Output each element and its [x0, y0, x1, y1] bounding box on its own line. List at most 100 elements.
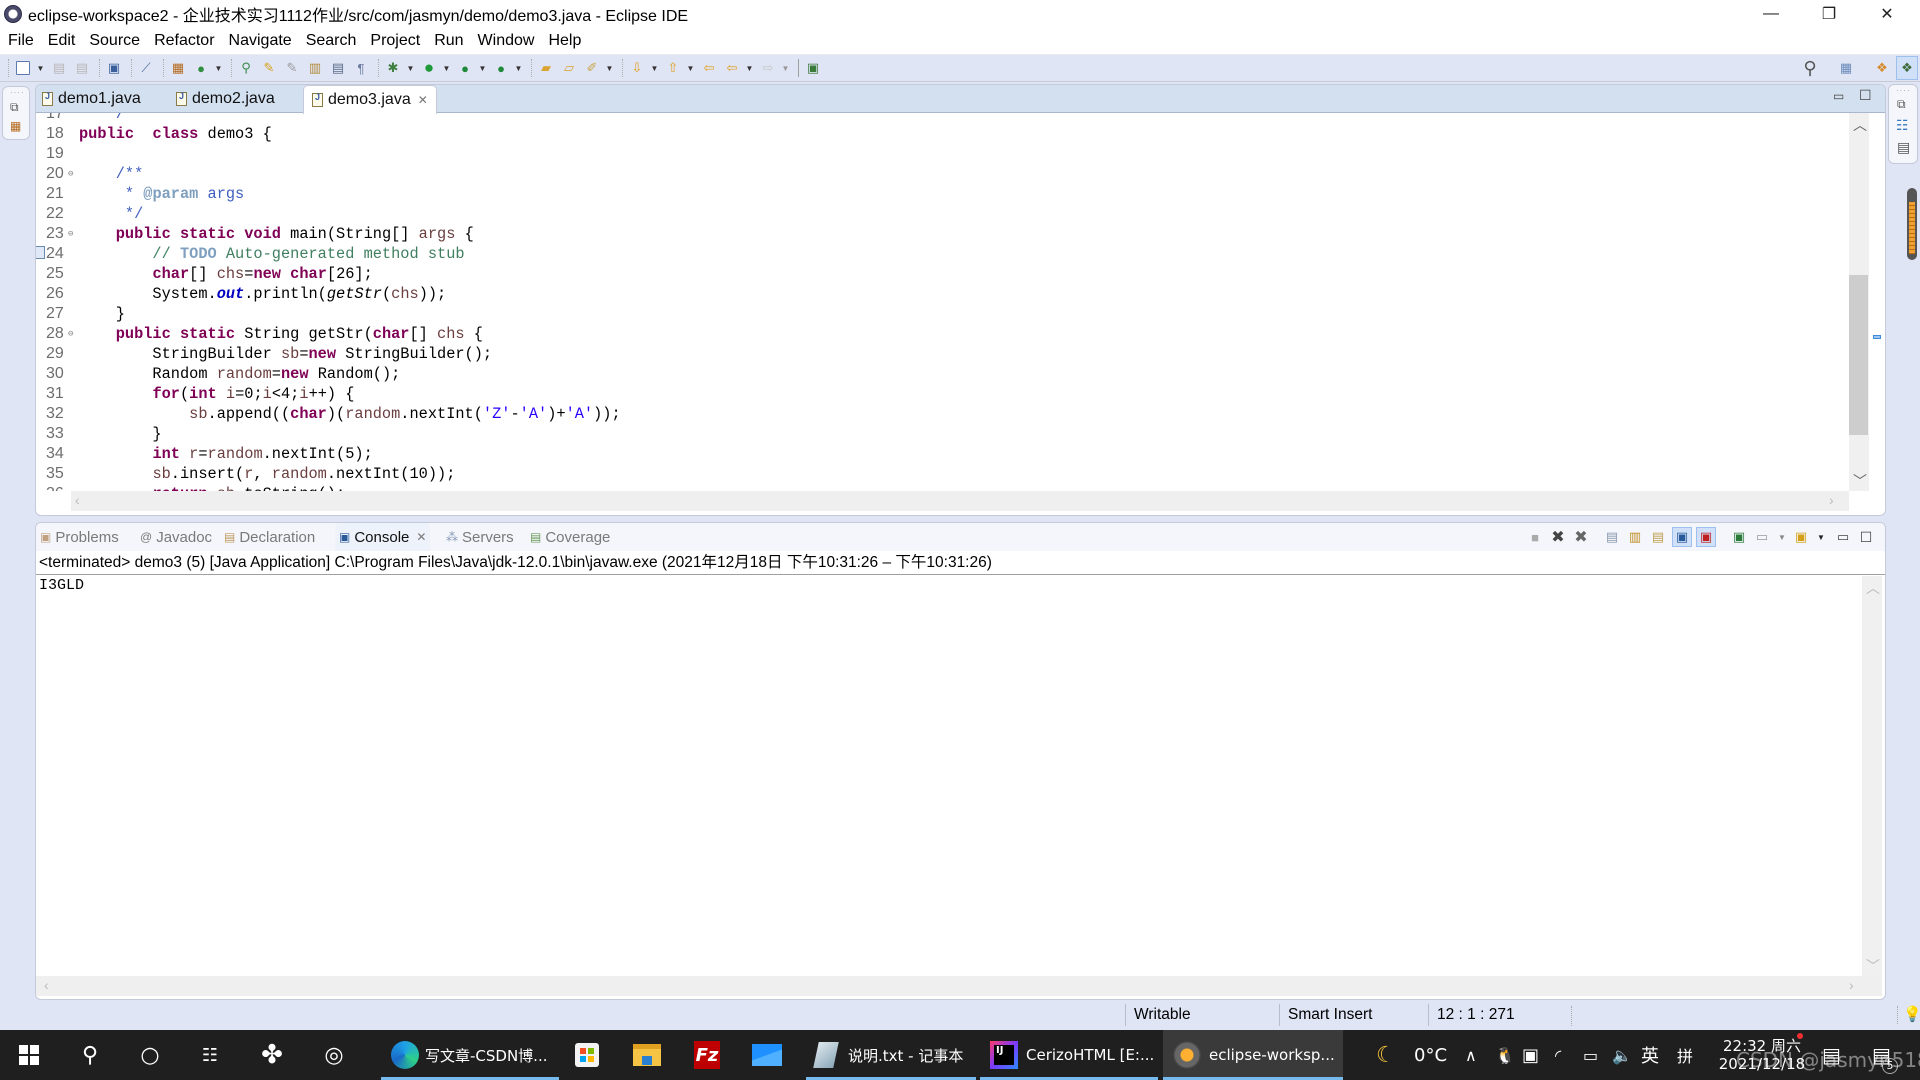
- close-button[interactable]: ✕: [1858, 0, 1916, 28]
- taskbar-app-intellij[interactable]: IJ CerizoHTML [E:...: [980, 1030, 1158, 1080]
- pin-console-icon[interactable]: ▣: [1729, 527, 1749, 547]
- display-console-icon[interactable]: ▭: [1752, 527, 1772, 547]
- next-annotation-dropdown[interactable]: ▼: [650, 64, 659, 73]
- minimize-editor-icon[interactable]: ▭: [1833, 89, 1844, 103]
- volume-icon[interactable]: 🔈: [1612, 1030, 1632, 1080]
- menu-edit[interactable]: Edit: [41, 32, 83, 50]
- scroll-left-icon[interactable]: ‹: [44, 977, 49, 993]
- scroll-down-icon[interactable]: ﹀: [1853, 471, 1867, 491]
- new-java-project-icon[interactable]: ▦: [168, 58, 188, 78]
- coverage-icon[interactable]: ●: [455, 58, 475, 78]
- status-insert-mode[interactable]: Smart Insert: [1279, 1004, 1429, 1026]
- scroll-up-icon[interactable]: ︿: [1853, 115, 1867, 135]
- tab-servers[interactable]: ⁂ Servers: [446, 523, 514, 551]
- back-icon[interactable]: ⇦: [722, 58, 742, 78]
- editor-tab-demo2[interactable]: demo2.java: [176, 85, 275, 113]
- start-button[interactable]: [0, 1030, 58, 1080]
- menu-run[interactable]: Run: [427, 32, 470, 50]
- paragraph-icon[interactable]: ¶: [351, 58, 371, 78]
- open-type-icon[interactable]: ⚲: [236, 58, 256, 78]
- new-dropdown[interactable]: ▼: [36, 64, 45, 73]
- tab-problems[interactable]: ▣ Problems: [40, 523, 119, 551]
- fold-toggle-icon[interactable]: ⊖: [68, 164, 73, 184]
- menu-source[interactable]: Source: [82, 32, 147, 50]
- show-whitespace-icon[interactable]: ▤: [328, 58, 348, 78]
- annotation-marker[interactable]: [1873, 335, 1881, 339]
- fold-toggle-icon[interactable]: ⊖: [68, 224, 73, 244]
- menu-project[interactable]: Project: [363, 32, 427, 50]
- open-folder-icon[interactable]: ▱: [559, 58, 579, 78]
- console-vertical-scrollbar[interactable]: ︿ ﹀: [1862, 576, 1882, 976]
- taskbar-app-mail[interactable]: [742, 1030, 792, 1080]
- taskbar-app-file-explorer[interactable]: [622, 1030, 672, 1080]
- toggle-block-selection-icon[interactable]: ▥: [305, 58, 325, 78]
- scroll-right-icon[interactable]: ›: [1829, 492, 1834, 508]
- scroll-up-icon[interactable]: ︿: [1866, 578, 1880, 598]
- new-class-dropdown[interactable]: ▼: [214, 64, 223, 73]
- new-java-class-icon[interactable]: ●: [191, 58, 211, 78]
- minimize-icon[interactable]: ▭: [1833, 527, 1853, 547]
- menu-window[interactable]: Window: [471, 32, 542, 50]
- taskbar-app-filezilla[interactable]: Fz: [682, 1030, 732, 1080]
- pinwheel-app-button[interactable]: ✤: [244, 1030, 300, 1080]
- scroll-lock-icon[interactable]: ▥: [1625, 527, 1645, 547]
- mark-occurrences-icon[interactable]: ✎: [282, 58, 302, 78]
- task-view-button[interactable]: ☷: [182, 1030, 238, 1080]
- editor-tab-demo1[interactable]: demo1.java: [42, 85, 141, 113]
- next-annotation-icon[interactable]: ⇩: [627, 58, 647, 78]
- code-editor[interactable]: 17 */18 public class demo3 {19 20 ⊖ /** 21 *…: [36, 113, 1848, 491]
- weather-icon[interactable]: ☾: [1376, 1030, 1396, 1080]
- tip-of-day-icon[interactable]: 💡: [1903, 1005, 1920, 1023]
- previous-annotation-icon[interactable]: ⇧: [663, 58, 683, 78]
- menu-navigate[interactable]: Navigate: [222, 32, 299, 50]
- outline-icon[interactable]: ☷: [1896, 117, 1909, 134]
- back-dropdown[interactable]: ▼: [745, 64, 754, 73]
- close-tab-icon[interactable]: ✕: [418, 93, 428, 107]
- trim-handle[interactable]: ····: [1896, 86, 1911, 95]
- maximize-editor-icon[interactable]: ☐: [1859, 87, 1872, 104]
- restore-icon[interactable]: ⧉: [1897, 97, 1906, 112]
- save-all-icon[interactable]: ▤: [72, 58, 92, 78]
- close-tab-icon[interactable]: ✕: [416, 530, 426, 544]
- tab-declaration[interactable]: ▤ Declaration: [224, 523, 315, 551]
- show-hidden-icons-icon[interactable]: ∧: [1465, 1030, 1477, 1080]
- taskbar-app-store[interactable]: [562, 1030, 612, 1080]
- restore-button[interactable]: ❐: [1800, 0, 1858, 28]
- restore-icon[interactable]: ⧉: [10, 100, 19, 115]
- debug-icon[interactable]: ✱: [383, 58, 403, 78]
- search-icon[interactable]: ✎: [259, 58, 279, 78]
- external-tools-dropdown[interactable]: ▼: [514, 64, 523, 73]
- editor-vertical-scrollbar[interactable]: ︿ ﹀: [1849, 113, 1869, 491]
- input-language[interactable]: 英: [1641, 1030, 1659, 1080]
- debug-dropdown[interactable]: ▼: [406, 64, 415, 73]
- tab-coverage[interactable]: ▤ Coverage: [530, 523, 610, 551]
- maximize-icon[interactable]: ☐: [1856, 527, 1876, 547]
- editor-horizontal-scrollbar[interactable]: ‹ ›: [71, 491, 1849, 511]
- scroll-left-icon[interactable]: ‹: [75, 492, 80, 508]
- clear-console-icon[interactable]: ▤: [1602, 527, 1622, 547]
- menu-search[interactable]: Search: [299, 32, 364, 50]
- open-task-icon[interactable]: ▰: [536, 58, 556, 78]
- java-perspective-icon[interactable]: ❖: [1896, 56, 1918, 80]
- display-console-dropdown[interactable]: ▼: [1772, 527, 1792, 547]
- scroll-thumb[interactable]: [1849, 275, 1868, 435]
- scroll-down-icon[interactable]: ﹀: [1866, 956, 1880, 976]
- cortana-button[interactable]: ○: [122, 1030, 178, 1080]
- new-wizard-icon[interactable]: [13, 58, 33, 78]
- menu-refactor[interactable]: Refactor: [147, 32, 221, 50]
- forward-dropdown[interactable]: ▼: [781, 64, 790, 73]
- open-console-dropdown[interactable]: ▼: [1811, 527, 1831, 547]
- console-horizontal-scrollbar[interactable]: ‹ ›: [36, 976, 1882, 996]
- wifi-icon[interactable]: ◜: [1555, 1030, 1561, 1080]
- menu-file[interactable]: File: [0, 32, 41, 50]
- search-button[interactable]: ⚲: [62, 1030, 118, 1080]
- taskbar-app-eclipse[interactable]: eclipse-worksp...: [1163, 1030, 1343, 1080]
- ime-mode[interactable]: 拼: [1677, 1030, 1693, 1080]
- fold-toggle-icon[interactable]: ⊖: [68, 324, 73, 344]
- word-wrap-icon[interactable]: ▤: [1648, 527, 1668, 547]
- console-output[interactable]: I3GLD: [39, 577, 84, 594]
- open-perspective-icon[interactable]: ▦: [1836, 58, 1856, 78]
- menu-help[interactable]: Help: [541, 32, 588, 50]
- package-explorer-icon[interactable]: ▦: [10, 119, 21, 133]
- quick-access-search-icon[interactable]: ⚲: [1800, 58, 1820, 78]
